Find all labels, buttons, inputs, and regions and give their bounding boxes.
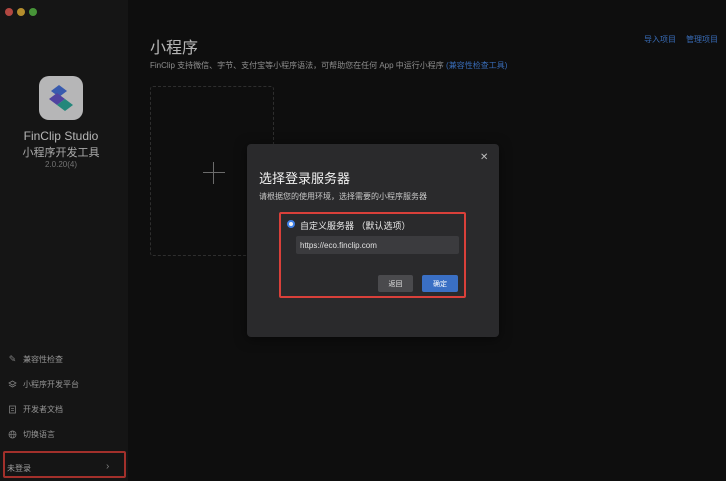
custom-server-label[interactable]: 自定义服务器 （默认选项） [300, 219, 411, 232]
close-icon[interactable]: ✕ [480, 152, 488, 163]
confirm-button[interactable]: 确定 [422, 275, 458, 292]
server-url-input[interactable] [296, 236, 459, 254]
custom-server-radio[interactable] [287, 220, 295, 228]
dialog-description: 请根据您的使用环境，选择需要的小程序服务器 [259, 192, 427, 201]
dialog-title: 选择登录服务器 [259, 171, 351, 186]
back-button[interactable]: 返回 [378, 275, 413, 292]
